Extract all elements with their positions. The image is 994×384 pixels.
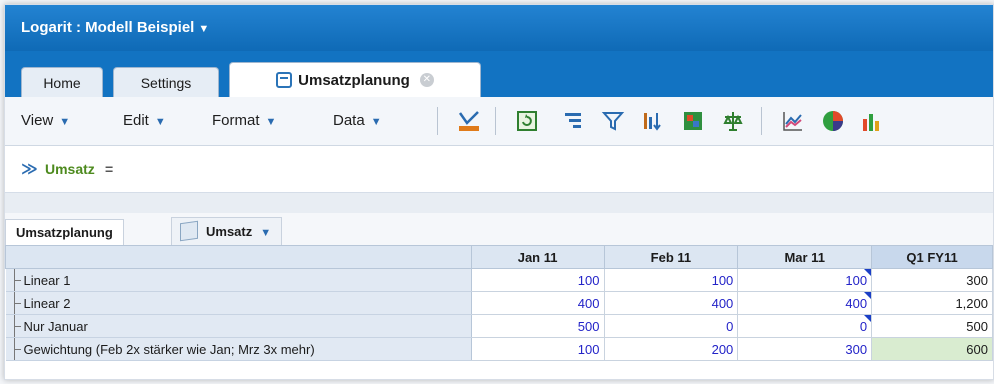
value-cell[interactable]: 300 <box>737 337 873 361</box>
balance-icon[interactable] <box>721 109 745 133</box>
column-header[interactable]: Feb 11 <box>603 245 739 269</box>
chevron-down-icon: ▼ <box>59 116 71 128</box>
total-cell[interactable]: 300 <box>871 268 993 292</box>
table-row: Linear 1 100 100 100 300 <box>5 268 993 292</box>
chart-map-icon[interactable] <box>681 109 705 133</box>
chevron-down-icon: ▼ <box>198 23 210 35</box>
value-cell[interactable]: 200 <box>603 337 739 361</box>
value-cell[interactable]: 400 <box>603 291 739 315</box>
cube-icon <box>180 220 198 242</box>
tab-settings[interactable]: Settings <box>113 67 219 97</box>
row-header[interactable]: Gewichtung (Feb 2x stärker wie Jan; Mrz … <box>5 337 472 361</box>
grid-header-row: Jan 11 Feb 11 Mar 11 Q1 FY11 <box>5 245 993 269</box>
value-cell[interactable]: 100 <box>470 337 605 361</box>
menu-label: Data <box>333 112 365 129</box>
row-header[interactable]: Nur Januar <box>5 314 472 338</box>
sort-icon[interactable] <box>641 109 665 133</box>
menu-data[interactable]: Data ▼ <box>333 112 382 129</box>
value-cell[interactable]: 500 <box>470 314 605 338</box>
total-cell[interactable]: 600 <box>871 337 993 361</box>
toolbar-separator <box>495 107 496 135</box>
sheet-tab-bar: Umsatzplanung Umsatz ▼ <box>5 213 993 246</box>
value-cell[interactable]: 400 <box>737 291 873 315</box>
tab-label: Home <box>43 75 81 91</box>
cube-selector[interactable]: Umsatz ▼ <box>171 217 283 246</box>
model-selector[interactable]: Logarit : Modell Beispiel ▼ <box>21 19 209 36</box>
formula-equals: = <box>105 161 114 177</box>
table-row: Linear 2 400 400 400 1,200 <box>5 291 993 315</box>
row-header[interactable]: Linear 2 <box>5 291 472 315</box>
total-cell[interactable]: 1,200 <box>871 291 993 315</box>
table-row: Gewichtung (Feb 2x stärker wie Jan; Mrz … <box>5 337 993 361</box>
toolbar-separator <box>437 107 438 135</box>
row-header[interactable]: Linear 1 <box>5 268 472 292</box>
tab-bar: Home Settings Umsatzplanung ✕ <box>5 51 993 97</box>
value-cell[interactable]: 100 <box>603 268 739 292</box>
tab-home[interactable]: Home <box>21 67 103 97</box>
grid-corner <box>5 245 472 269</box>
menu-label: Format <box>212 112 260 129</box>
menu-label: View <box>21 112 54 129</box>
chevron-down-icon: ▼ <box>260 227 272 239</box>
menu-edit[interactable]: Edit ▼ <box>123 112 166 129</box>
list-indent-icon[interactable] <box>561 109 585 133</box>
tab-label: Settings <box>140 75 192 91</box>
toolbar-separator <box>761 107 762 135</box>
refresh-icon[interactable] <box>515 109 539 133</box>
pie-chart-icon[interactable] <box>821 109 845 133</box>
app-title: Logarit : Modell Beispiel <box>21 19 195 36</box>
pivot-icon[interactable] <box>457 109 481 133</box>
tab-umsatzplanung[interactable]: Umsatzplanung ✕ <box>229 62 481 97</box>
menu-label: Edit <box>123 112 149 129</box>
cube-label: Umsatz <box>206 224 253 239</box>
tab-label: Umsatzplanung <box>298 72 410 89</box>
filter-icon[interactable] <box>601 109 625 133</box>
column-header[interactable]: Mar 11 <box>737 245 873 269</box>
planning-sheet-icon <box>276 71 293 88</box>
value-cell[interactable]: 100 <box>737 268 873 292</box>
close-icon[interactable]: ✕ <box>419 72 434 87</box>
chevron-down-icon: ▼ <box>265 116 277 128</box>
menu-format[interactable]: Format ▼ <box>212 112 276 129</box>
title-bar: Logarit : Modell Beispiel ▼ <box>5 5 993 51</box>
line-chart-icon[interactable] <box>781 109 805 133</box>
column-header[interactable]: Jan 11 <box>470 245 605 269</box>
value-cell[interactable]: 0 <box>603 314 739 338</box>
bar-chart-icon[interactable] <box>861 109 879 133</box>
expand-chevron-icon[interactable]: ≫ <box>21 159 38 179</box>
value-cell[interactable]: 0 <box>737 314 873 338</box>
toolbar: View ▼ Edit ▼ Format ▼ Data ▼ <box>5 97 993 146</box>
menu-view[interactable]: View ▼ <box>21 112 70 129</box>
sheet-tab-umsatzplanung[interactable]: Umsatzplanung <box>5 219 124 246</box>
chevron-down-icon: ▼ <box>370 116 382 128</box>
total-cell[interactable]: 500 <box>871 314 993 338</box>
chevron-down-icon: ▼ <box>154 116 166 128</box>
table-row: Nur Januar 500 0 0 500 <box>5 314 993 338</box>
formula-bar: ≫ Umsatz = <box>5 146 993 193</box>
column-header[interactable]: Q1 FY11 <box>871 245 993 269</box>
value-cell[interactable]: 400 <box>470 291 605 315</box>
value-cell[interactable]: 100 <box>470 268 605 292</box>
separator-band <box>5 193 993 213</box>
app-window: Logarit : Modell Beispiel ▼ Home Settings… <box>4 4 994 380</box>
data-grid: Jan 11 Feb 11 Mar 11 Q1 FY11 Linear 1 10… <box>5 245 993 361</box>
formula-measure[interactable]: Umsatz <box>45 161 95 177</box>
